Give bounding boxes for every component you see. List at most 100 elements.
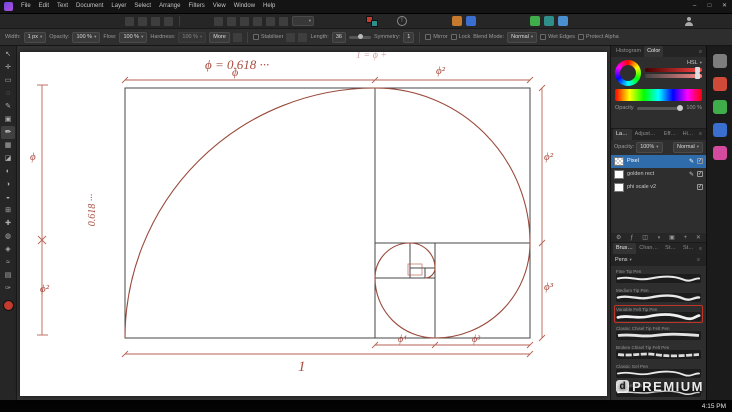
flow-dropdown[interactable]: 100 % ▾ [119, 31, 148, 43]
arrange-dropdown[interactable]: ▾ [292, 16, 314, 26]
pink-app-icon[interactable] [712, 146, 727, 160]
more-button[interactable]: More [209, 31, 230, 43]
menu-document[interactable]: Document [72, 0, 107, 13]
pixel-grid-icon[interactable] [466, 16, 476, 26]
layer-row-pixel[interactable]: Pixel ✎ ✓ [611, 154, 706, 168]
open-icon[interactable] [125, 16, 134, 26]
tab-stock[interactable]: Stock [662, 243, 680, 254]
tab-histogram[interactable]: Histogram [613, 46, 644, 57]
layers-opacity-dropdown[interactable]: 100% ▾ [636, 141, 663, 153]
add-layer-icon[interactable]: + [684, 235, 688, 241]
crop-tool[interactable]: ▣ [1, 113, 15, 126]
selection-brush-tool[interactable]: ✎ [1, 100, 15, 113]
gradient-tool[interactable]: ▤ [1, 269, 15, 282]
brush-item[interactable]: Broken Chisel Tip Felt Pen [614, 343, 703, 361]
tab-layers[interactable]: Layers [613, 128, 632, 140]
delete-layer-icon[interactable]: ✕ [696, 234, 701, 241]
layers-blend-mode-dropdown[interactable]: Normal ▾ [673, 141, 703, 153]
pixel-brush-tool[interactable]: ▦ [1, 139, 15, 152]
menu-window[interactable]: Window [230, 0, 259, 13]
tab-styles[interactable]: Styles [680, 243, 699, 254]
adjustment-icon[interactable]: ◑ [657, 235, 661, 241]
align-center-icon[interactable] [227, 16, 236, 26]
paint-brush-tool[interactable]: ✏ [1, 126, 15, 139]
foreground-background-color-chips[interactable] [366, 15, 378, 27]
sponge-tool[interactable]: ◒ [1, 191, 15, 204]
menu-help[interactable]: Help [259, 0, 279, 13]
hue-spectrum-bar[interactable] [615, 89, 702, 101]
color-picker-tool[interactable]: ✑ [1, 282, 15, 295]
brush-item[interactable]: Medium Tip Pen [614, 286, 703, 304]
menu-edit[interactable]: Edit [35, 0, 53, 13]
brush-item[interactable]: Classic Chisel Tip Felt Pen [614, 324, 703, 342]
color-mode-dropdown[interactable]: HSL [687, 60, 698, 66]
tab-adjustments[interactable]: Adjustments [632, 129, 661, 140]
lock-checkbox[interactable]: Lock [450, 34, 470, 40]
window-stabiliser-icon[interactable] [298, 32, 308, 42]
smudge-tool[interactable]: ≈ [1, 256, 15, 269]
menu-arrange[interactable]: Arrange [155, 0, 184, 13]
healing-tool[interactable]: ✚ [1, 217, 15, 230]
hue-slider[interactable] [645, 67, 702, 73]
panel-menu-icon[interactable]: ≡ [699, 246, 704, 252]
opacity-dropdown[interactable]: 100 % ▾ [72, 31, 101, 43]
layer-visibility-checkbox[interactable]: ✓ [697, 184, 703, 191]
fx-icon[interactable]: ƒ [630, 235, 633, 241]
eraser-tool[interactable]: ◪ [1, 152, 15, 165]
gamepad-app-icon[interactable] [712, 54, 727, 68]
layer-row-golden-rect[interactable]: golden rect ✎ ✓ [611, 168, 706, 181]
group-icon[interactable]: ▣ [669, 234, 675, 241]
lasso-select-tool[interactable]: ◌ [1, 87, 15, 100]
preview-mode-icon[interactable] [530, 16, 540, 26]
taskbar-clock[interactable]: 4:15 PM [702, 403, 726, 410]
wet-edges-checkbox[interactable]: Wet Edges [540, 34, 575, 40]
tab-channels[interactable]: Channels [636, 243, 662, 254]
color-wheel[interactable] [615, 60, 641, 86]
settings-icon[interactable]: ⚙ [616, 234, 621, 241]
import-icon[interactable] [151, 16, 160, 26]
menu-layer[interactable]: Layer [107, 0, 130, 13]
mask-icon[interactable]: ◫ [642, 234, 648, 241]
marquee-select-tool[interactable]: ▭ [1, 74, 15, 87]
align-bottom-icon[interactable] [279, 16, 288, 26]
layer-visibility-checkbox[interactable]: ✓ [697, 171, 703, 178]
align-top-icon[interactable] [253, 16, 262, 26]
width-dropdown[interactable]: 1 px ▾ [23, 31, 47, 43]
app-logo-icon[interactable] [4, 2, 13, 11]
brush-menu-icon[interactable]: ≡ [697, 257, 702, 263]
sharpen-tool[interactable]: ◈ [1, 243, 15, 256]
hardness-dropdown[interactable]: 100 % ▾ [178, 31, 207, 43]
close-button[interactable]: ✕ [717, 0, 732, 13]
burn-tool[interactable]: ◑ [1, 178, 15, 191]
foreground-color-swatch[interactable] [2, 300, 14, 311]
brush-item[interactable]: Classic Gel Pen [614, 362, 703, 380]
save-icon[interactable] [138, 16, 147, 26]
menu-view[interactable]: View [209, 0, 230, 13]
saturation-slider[interactable] [645, 73, 702, 79]
blur-tool[interactable]: ◍ [1, 230, 15, 243]
menu-file[interactable]: File [17, 0, 35, 13]
view-tool[interactable]: ✛ [1, 61, 15, 74]
document-canvas[interactable]: ϕ = 0.618 ··· 1 = ϕ + ϕ ϕ² ϕ² ϕ³ ϕ⁴ ϕ³ 1… [20, 52, 607, 396]
menu-filters[interactable]: Filters [184, 0, 208, 13]
protect-alpha-checkbox[interactable]: Protect Alpha [577, 34, 619, 40]
rope-stabiliser-icon[interactable] [286, 32, 296, 42]
mirror-checkbox[interactable]: Mirror [425, 34, 448, 40]
brush-item[interactable]: Fine Tip Pen [614, 267, 703, 285]
menu-select[interactable]: Select [130, 0, 155, 13]
tab-history[interactable]: History [680, 129, 699, 140]
panel-menu-icon[interactable]: ≡ [699, 131, 704, 137]
blue-app-icon[interactable] [712, 123, 727, 137]
snapping-icon[interactable] [452, 16, 462, 26]
symmetry-value[interactable]: 1 [403, 31, 415, 43]
account-icon[interactable] [684, 16, 693, 26]
assistant-icon[interactable]: ! [397, 16, 407, 26]
color-opacity-slider[interactable] [636, 104, 684, 111]
maximize-button[interactable]: □ [702, 0, 717, 13]
length-slider[interactable] [348, 34, 371, 39]
tab-brushes[interactable]: Brushes [613, 243, 637, 254]
brush-settings-icon[interactable] [232, 32, 242, 42]
align-left-icon[interactable] [214, 16, 223, 26]
brush-item-selected[interactable]: Variable Felt Tip Pen [614, 305, 703, 323]
green-app-icon[interactable] [712, 100, 727, 114]
